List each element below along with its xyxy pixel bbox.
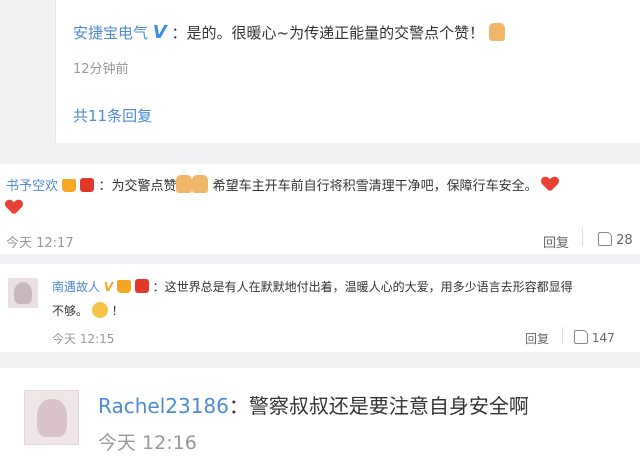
comment-time: 今天 12:15 [52, 332, 115, 346]
more-replies-link[interactable]: 共11条回复 [73, 105, 152, 126]
like-count: 28 [616, 233, 633, 248]
like-count: 147 [591, 331, 615, 345]
comment-body: 书予空欢 ：为交警点赞 希望车主开车前自行将积雪清理干净吧，保障行车安全。 [6, 175, 636, 221]
like-button[interactable]: 28 [598, 232, 633, 248]
separator [0, 352, 640, 368]
thumbs-up-emoji-icon [176, 175, 193, 193]
comment-card: 南遇故人 V ：这世界总是有人在默默地付出着，温暖人心的大爱，用多少语言去形容都… [0, 264, 640, 352]
comment-time: 今天 12:16 [98, 432, 197, 454]
reply-card: 安捷宝电气 V ：是的。很暖心~为传递正能量的交警点个赞！ 12分钟前 共11条… [55, 0, 640, 143]
comment-text: ：这世界总是有人在默默地付出着，温暖人心的大爱，用多少语言去形容都显得 [152, 280, 573, 294]
reply-button[interactable]: 回复 [525, 330, 549, 347]
separator [0, 254, 640, 264]
avatar[interactable] [8, 278, 38, 308]
reply-username[interactable]: 安捷宝电气 [73, 24, 148, 42]
member-crown-icon [116, 280, 131, 293]
comment-time: 今天 12:17 [6, 236, 74, 251]
badge-icon [134, 279, 149, 293]
reply-thread-panel: 安捷宝电气 V ：是的。很暖心~为传递正能量的交警点个赞！ 12分钟前 共11条… [0, 0, 640, 148]
verified-badge-icon: V [152, 22, 167, 43]
separator [0, 148, 640, 164]
avatar[interactable] [24, 390, 79, 445]
comment-text-line2: 不够。 [52, 304, 89, 318]
comment-text-continued: 希望车主开车前自行将积雪清理干净吧，保障行车安全。 [212, 179, 538, 194]
like-button[interactable]: 147 [574, 330, 615, 345]
comment-username[interactable]: 南遇故人 [52, 280, 100, 294]
divider [582, 228, 583, 246]
thumbs-up-emoji-icon [192, 175, 209, 193]
reply-line: 安捷宝电气 V ：是的。很暖心~为传递正能量的交警点个赞！ [73, 22, 505, 43]
member-crown-icon [62, 179, 77, 192]
comment-text-line2-end: ！ [111, 304, 124, 318]
reply-button[interactable]: 回复 [543, 232, 569, 251]
comment-body: Rachel23186：警察叔叔还是要注意自身安全啊 [98, 390, 529, 419]
heart-emoji-icon [6, 200, 22, 216]
comment-card: Rachel23186：警察叔叔还是要注意自身安全啊 今天 12:16 [0, 368, 640, 470]
thumbs-up-emoji-icon [488, 23, 505, 41]
comment-text: ：警察叔叔还是要注意自身安全啊 [228, 394, 529, 418]
reply-text: ：是的。很暖心~为传递正能量的交警点个赞！ [171, 24, 485, 42]
comment-body: 南遇故人 V ：这世界总是有人在默默地付出着，温暖人心的大爱，用多少语言去形容都… [52, 275, 637, 323]
smile-emoji-icon [91, 302, 108, 318]
verified-badge-icon: V [103, 280, 114, 294]
heart-emoji-icon [542, 177, 558, 193]
reply-time: 12分钟前 [73, 62, 129, 77]
comment-card: 书予空欢 ：为交警点赞 希望车主开车前自行将积雪清理干净吧，保障行车安全。 今天… [0, 164, 640, 254]
badge-icon [80, 178, 95, 192]
like-icon [598, 232, 612, 246]
like-icon [574, 330, 588, 344]
divider [562, 327, 563, 343]
comment-username[interactable]: Rachel23186 [98, 394, 229, 418]
comment-username[interactable]: 书予空欢 [6, 179, 58, 194]
comment-text: ：为交警点赞 [98, 179, 177, 194]
